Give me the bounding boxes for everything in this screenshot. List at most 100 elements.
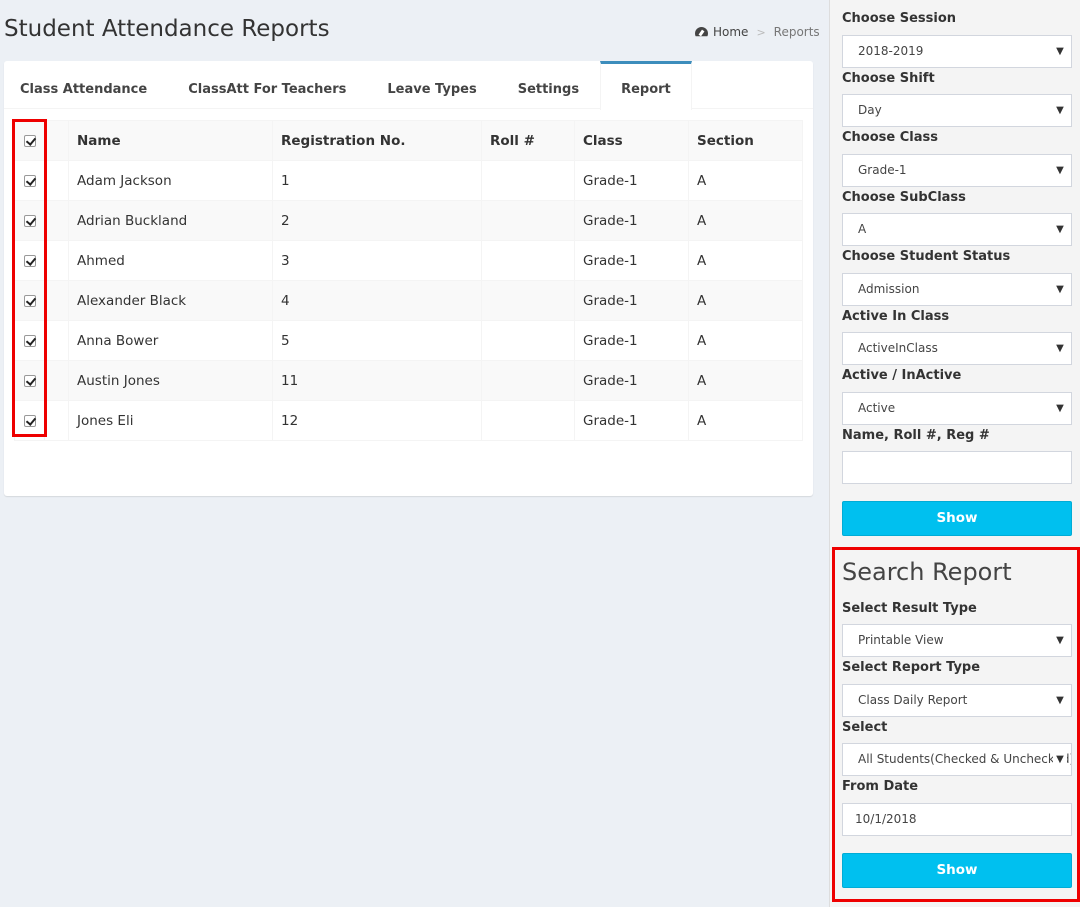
caret-down-icon: ▼ xyxy=(1053,214,1067,245)
breadcrumb-current: Reports xyxy=(773,25,820,39)
search-label: Name, Roll #, Reg # xyxy=(842,428,990,443)
student-name: Adam Jackson xyxy=(68,160,273,201)
roll-no xyxy=(481,400,575,441)
registration-no: 5 xyxy=(272,320,482,361)
table-row: Anna Bower 5 Grade-1 A xyxy=(14,320,803,361)
row-spacer xyxy=(44,280,69,321)
active-inactive-value: Active xyxy=(858,401,896,415)
column-header-roll: Roll # xyxy=(481,120,575,161)
table-row: Adam Jackson 1 Grade-1 A xyxy=(14,160,803,201)
row-spacer xyxy=(44,160,69,201)
tab-report[interactable]: Report xyxy=(600,61,692,110)
registration-no: 2 xyxy=(272,200,482,241)
tab-leave-types[interactable]: Leave Types xyxy=(367,61,496,109)
search-report-highlight xyxy=(832,547,1080,902)
breadcrumb: Home > Reports xyxy=(695,25,820,39)
class-name: Grade-1 xyxy=(574,160,689,201)
section-name: A xyxy=(688,400,803,441)
student-name: Alexander Black xyxy=(68,280,273,321)
table-header-row: Name Registration No. Roll # Class Secti… xyxy=(14,120,803,161)
caret-down-icon: ▼ xyxy=(1053,393,1067,424)
caret-down-icon: ▼ xyxy=(1053,95,1067,126)
class-name: Grade-1 xyxy=(574,400,689,441)
shift-value: Day xyxy=(858,103,882,117)
caret-down-icon: ▼ xyxy=(1053,155,1067,186)
active-in-class-select[interactable]: ActiveInClass ▼ xyxy=(842,332,1072,365)
active-inactive-select[interactable]: Active ▼ xyxy=(842,392,1072,425)
table-row: Jones Eli 12 Grade-1 A xyxy=(14,400,803,441)
search-input[interactable] xyxy=(842,451,1072,484)
shift-select[interactable]: Day ▼ xyxy=(842,94,1072,127)
main-panel: Class Attendance ClassAtt For Teachers L… xyxy=(4,61,813,496)
breadcrumb-home-link[interactable]: Home xyxy=(713,25,748,39)
section-name: A xyxy=(688,280,803,321)
roll-no xyxy=(481,160,575,201)
student-name: Jones Eli xyxy=(68,400,273,441)
column-header-registration: Registration No. xyxy=(272,120,482,161)
class-name: Grade-1 xyxy=(574,360,689,401)
subclass-value: A xyxy=(858,222,867,236)
checkbox-column-highlight xyxy=(12,119,47,437)
breadcrumb-separator: > xyxy=(756,25,766,39)
row-spacer xyxy=(44,400,69,441)
active-in-class-label: Active In Class xyxy=(842,309,950,324)
active-in-class-value: ActiveInClass xyxy=(858,341,938,355)
students-table: Name Registration No. Roll # Class Secti… xyxy=(14,120,803,441)
section-name: A xyxy=(688,160,803,201)
header-spacer xyxy=(44,120,69,161)
tab-settings[interactable]: Settings xyxy=(498,61,599,109)
caret-down-icon: ▼ xyxy=(1053,36,1067,67)
subclass-select[interactable]: A ▼ xyxy=(842,213,1072,246)
roll-no xyxy=(481,320,575,361)
row-spacer xyxy=(44,360,69,401)
registration-no: 12 xyxy=(272,400,482,441)
section-name: A xyxy=(688,200,803,241)
caret-down-icon: ▼ xyxy=(1053,274,1067,305)
student-name: Adrian Buckland xyxy=(68,200,273,241)
student-status-label: Choose Student Status xyxy=(842,249,1011,264)
shift-label: Choose Shift xyxy=(842,71,935,86)
show-button[interactable]: Show xyxy=(842,501,1072,536)
section-name: A xyxy=(688,240,803,281)
roll-no xyxy=(481,280,575,321)
class-name: Grade-1 xyxy=(574,320,689,361)
section-name: A xyxy=(688,360,803,401)
column-header-name: Name xyxy=(68,120,273,161)
class-name: Grade-1 xyxy=(574,240,689,281)
registration-no: 11 xyxy=(272,360,482,401)
session-value: 2018-2019 xyxy=(858,44,924,58)
tab-classatt-for-teachers[interactable]: ClassAtt For Teachers xyxy=(168,61,366,109)
session-select[interactable]: 2018-2019 ▼ xyxy=(842,35,1072,68)
section-name: A xyxy=(688,320,803,361)
table-row: Austin Jones 11 Grade-1 A xyxy=(14,360,803,401)
table-row: Ahmed 3 Grade-1 A xyxy=(14,240,803,281)
student-name: Anna Bower xyxy=(68,320,273,361)
tab-class-attendance[interactable]: Class Attendance xyxy=(4,61,167,109)
student-status-select[interactable]: Admission ▼ xyxy=(842,273,1072,306)
class-value: Grade-1 xyxy=(858,163,907,177)
tab-bar: Class Attendance ClassAtt For Teachers L… xyxy=(4,61,813,110)
student-status-value: Admission xyxy=(858,282,920,296)
page-title: Student Attendance Reports xyxy=(4,16,330,42)
row-spacer xyxy=(44,320,69,361)
registration-no: 3 xyxy=(272,240,482,281)
roll-no xyxy=(481,360,575,401)
table-row: Alexander Black 4 Grade-1 A xyxy=(14,280,803,321)
class-select[interactable]: Grade-1 ▼ xyxy=(842,154,1072,187)
student-name: Ahmed xyxy=(68,240,273,281)
registration-no: 4 xyxy=(272,280,482,321)
class-name: Grade-1 xyxy=(574,200,689,241)
filter-sidebar: Choose Session 2018-2019 ▼ Choose Shift D… xyxy=(829,0,1080,907)
session-label: Choose Session xyxy=(842,11,957,26)
student-name: Austin Jones xyxy=(68,360,273,401)
subclass-label: Choose SubClass xyxy=(842,190,966,205)
roll-no xyxy=(481,200,575,241)
roll-no xyxy=(481,240,575,281)
table-row: Adrian Buckland 2 Grade-1 A xyxy=(14,200,803,241)
dashboard-icon xyxy=(695,27,708,38)
column-header-section: Section xyxy=(688,120,803,161)
active-inactive-label: Active / InActive xyxy=(842,368,962,383)
row-spacer xyxy=(44,200,69,241)
column-header-class: Class xyxy=(574,120,689,161)
registration-no: 1 xyxy=(272,160,482,201)
